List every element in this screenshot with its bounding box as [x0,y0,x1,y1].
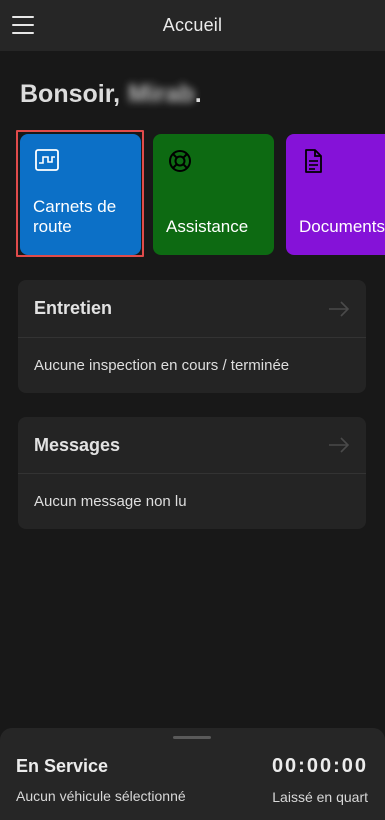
logbook-chart-icon [35,149,59,171]
tile-documents[interactable]: Documents [286,134,385,255]
greeting: Bonsoir, Mirab . [20,80,202,109]
sheet-drag-handle[interactable] [173,736,211,739]
card-entretien-body: Aucune inspection en cours / terminée [18,338,366,393]
shift-status-text: Laissé en quart [272,789,368,805]
service-bottom-sheet[interactable]: En Service Aucun véhicule sélectionné 00… [0,728,385,820]
vehicle-status-text: Aucun véhicule sélectionné [16,788,186,804]
tile-label: Assistance [166,217,249,236]
app-screen: Accueil Bonsoir, Mirab . Carnets de rout… [0,0,385,820]
document-icon [305,149,322,173]
top-app-bar: Accueil [0,0,385,51]
card-title: Messages [34,434,121,455]
card-title: Entretien [34,298,113,318]
lifebuoy-icon [169,150,191,172]
card-messages-body: Aucun message non lu [18,474,366,529]
card-messages: Messages Aucun message non lu [18,417,366,529]
arrow-right-icon [329,300,350,317]
greeting-punctuation: . [194,80,202,108]
greeting-salutation: Bonsoir, [20,80,121,108]
card-text: Aucune inspection en cours / terminée [34,357,290,374]
hamburger-menu-icon[interactable] [12,14,34,36]
tile-label: Documents [299,217,385,236]
tile-assistance[interactable]: Assistance [153,134,274,255]
service-timer: 00:00:00 [271,755,368,777]
card-entretien: Entretien Aucune inspection en cours / t… [18,280,366,393]
arrow-right-icon [329,437,350,453]
page-title: Accueil [162,15,223,35]
card-messages-header[interactable]: Messages [18,417,366,474]
user-name: Mirab [128,80,195,108]
tile-label: Carnets de route [33,197,117,236]
quick-access-tiles: Carnets de route Assistance Documents [20,134,385,255]
card-text: Aucun message non lu [34,493,187,510]
card-entretien-header[interactable]: Entretien [18,280,366,338]
tile-carnets-de-route[interactable]: Carnets de route [20,134,141,255]
service-title: En Service [16,756,109,776]
